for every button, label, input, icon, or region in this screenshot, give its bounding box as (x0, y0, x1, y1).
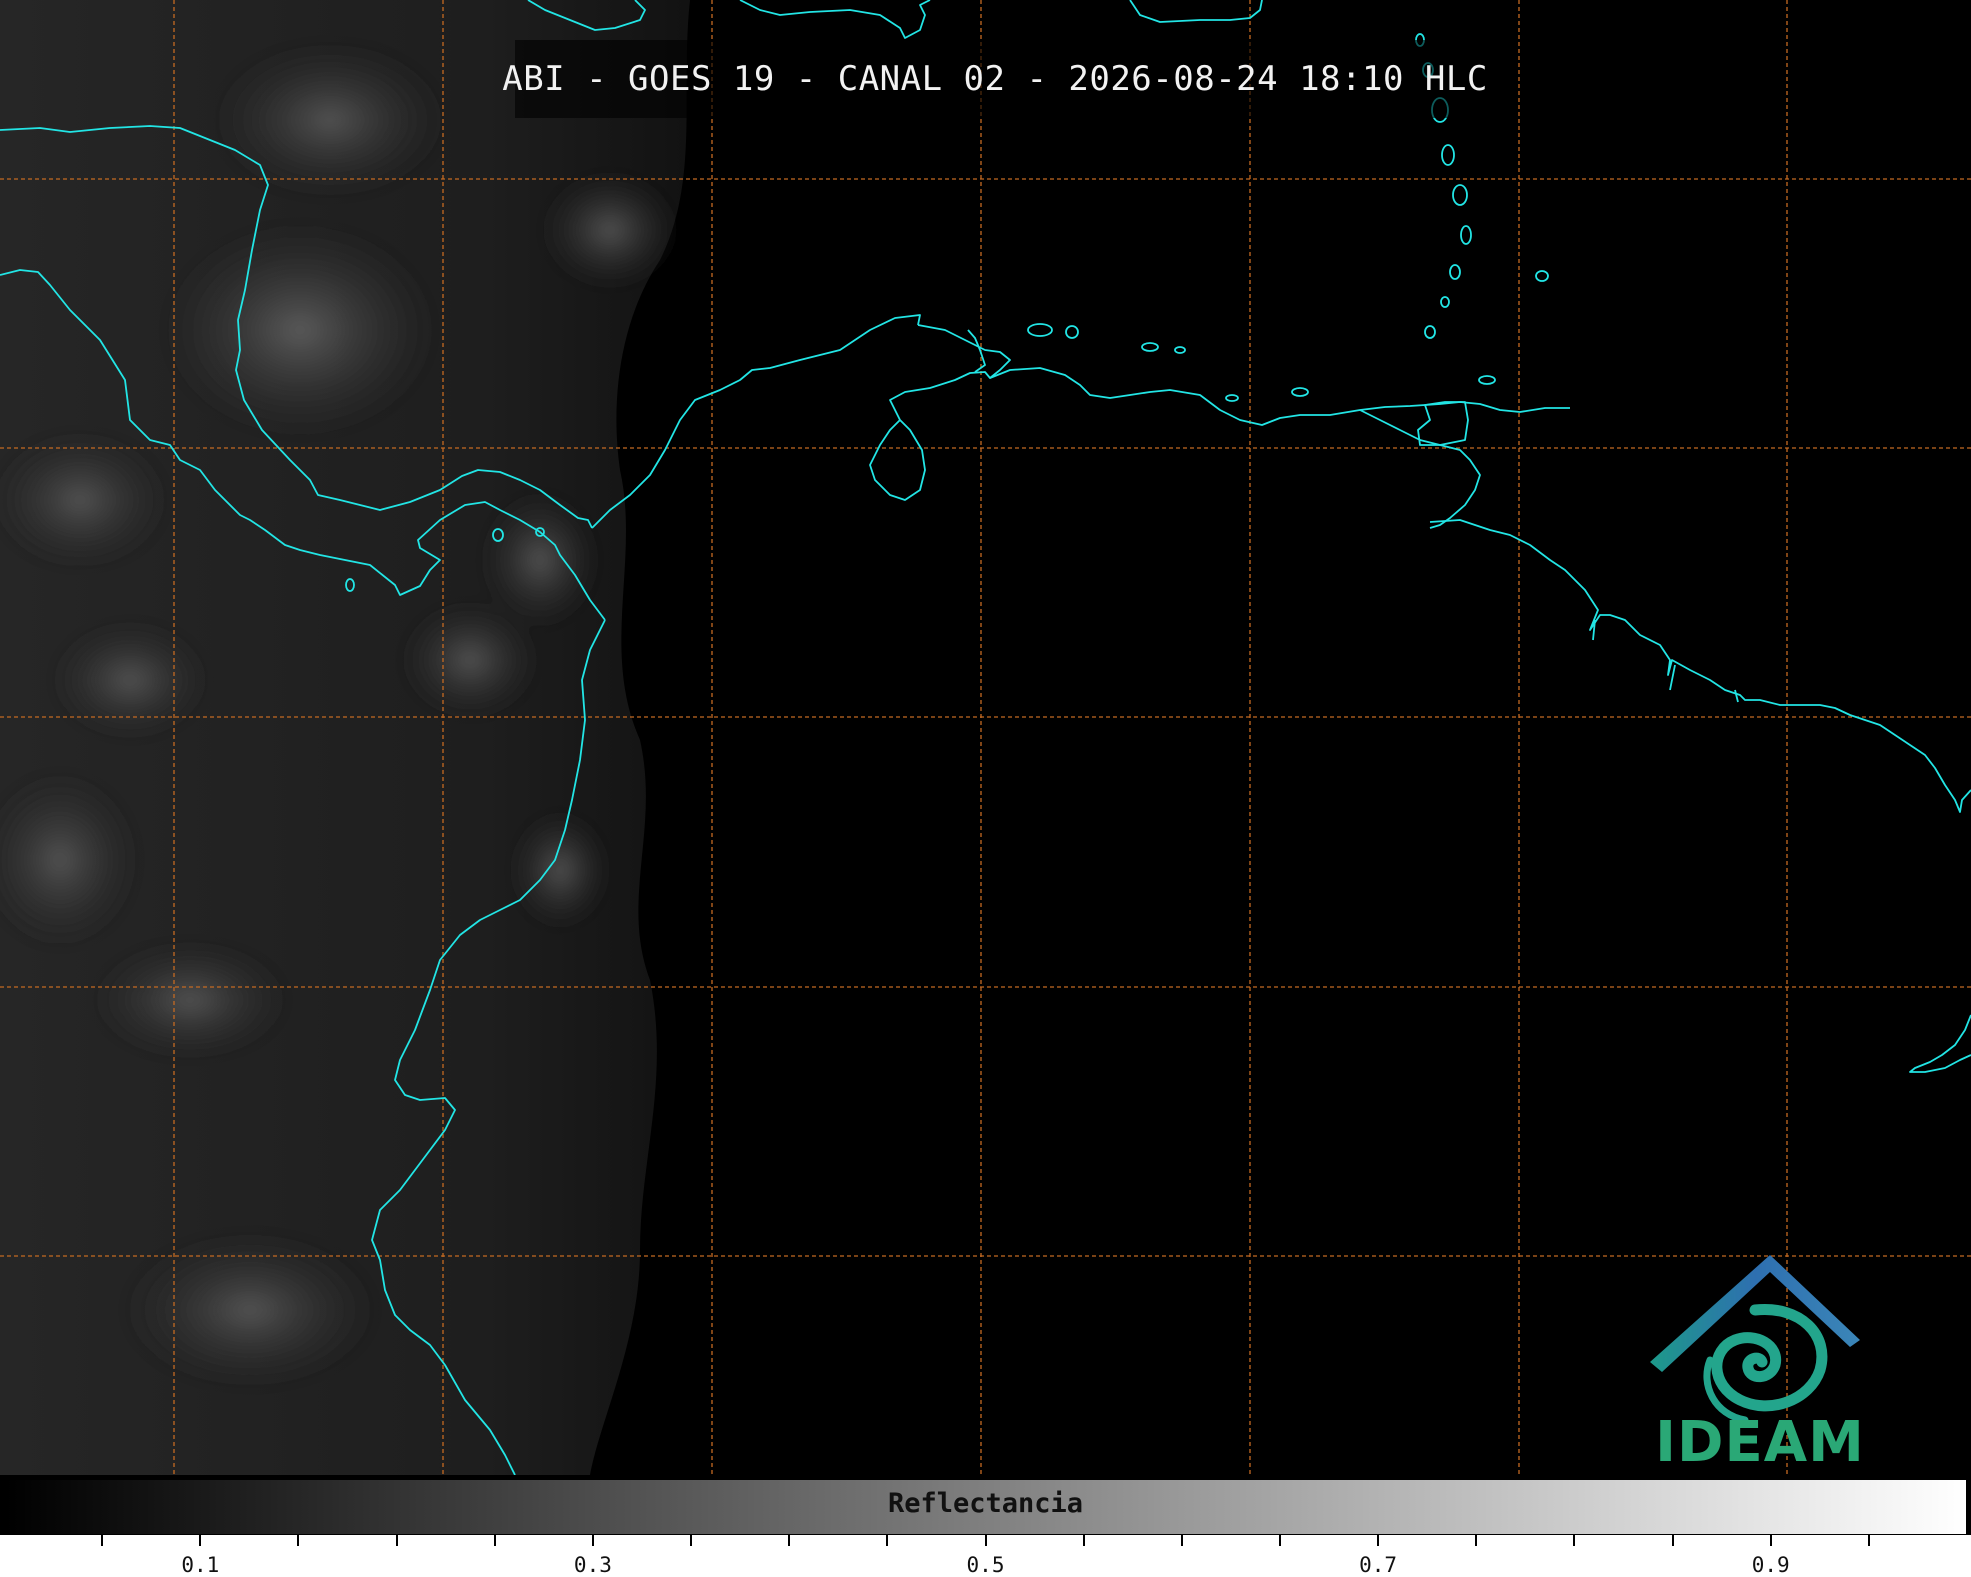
colorbar-tick (1769, 1535, 1772, 1546)
colorbar-tick (984, 1535, 987, 1546)
colorbar-tick-label: 0.7 (1359, 1553, 1398, 1577)
colorbar-tick (1573, 1535, 1576, 1546)
colorbar-tick (395, 1535, 398, 1546)
title-box: ABI - GOES 19 - CANAL 02 - 2026-08-24 18… (502, 40, 1487, 118)
colorbar-tick (591, 1535, 594, 1546)
satellite-map: ABI - GOES 19 - CANAL 02 - 2026-08-24 18… (0, 0, 1971, 1475)
colorbar-tick-label: 0.9 (1751, 1553, 1790, 1577)
colorbar-tick (1278, 1535, 1281, 1546)
colorbar-tick (1377, 1535, 1380, 1546)
colorbar-tick-label: 0.5 (966, 1553, 1005, 1577)
colorbar-ticks: 0.1 0.3 0.5 0.7 0.9 (0, 1535, 1971, 1577)
colorbar-tick (101, 1535, 104, 1546)
colorbar-tick (690, 1535, 693, 1546)
colorbar-tick (1475, 1535, 1478, 1546)
colorbar-tick (493, 1535, 496, 1546)
colorbar-tick (1180, 1535, 1183, 1546)
colorbar-tick (297, 1535, 300, 1546)
colorbar-tick (1867, 1535, 1870, 1546)
colorbar-tick (1082, 1535, 1085, 1546)
colorbar-tick-label: 0.1 (181, 1553, 220, 1577)
logo-text: IDEAM (1655, 1410, 1865, 1475)
colorbar-tick (199, 1535, 202, 1546)
image-title: ABI - GOES 19 - CANAL 02 - 2026-08-24 18… (502, 59, 1488, 99)
colorbar-tick (788, 1535, 791, 1546)
colorbar-label: Reflectancia (887, 1488, 1084, 1519)
colorbar-tick-label: 0.3 (573, 1553, 612, 1577)
colorbar-tick (886, 1535, 889, 1546)
colorbar-tick (1671, 1535, 1674, 1546)
